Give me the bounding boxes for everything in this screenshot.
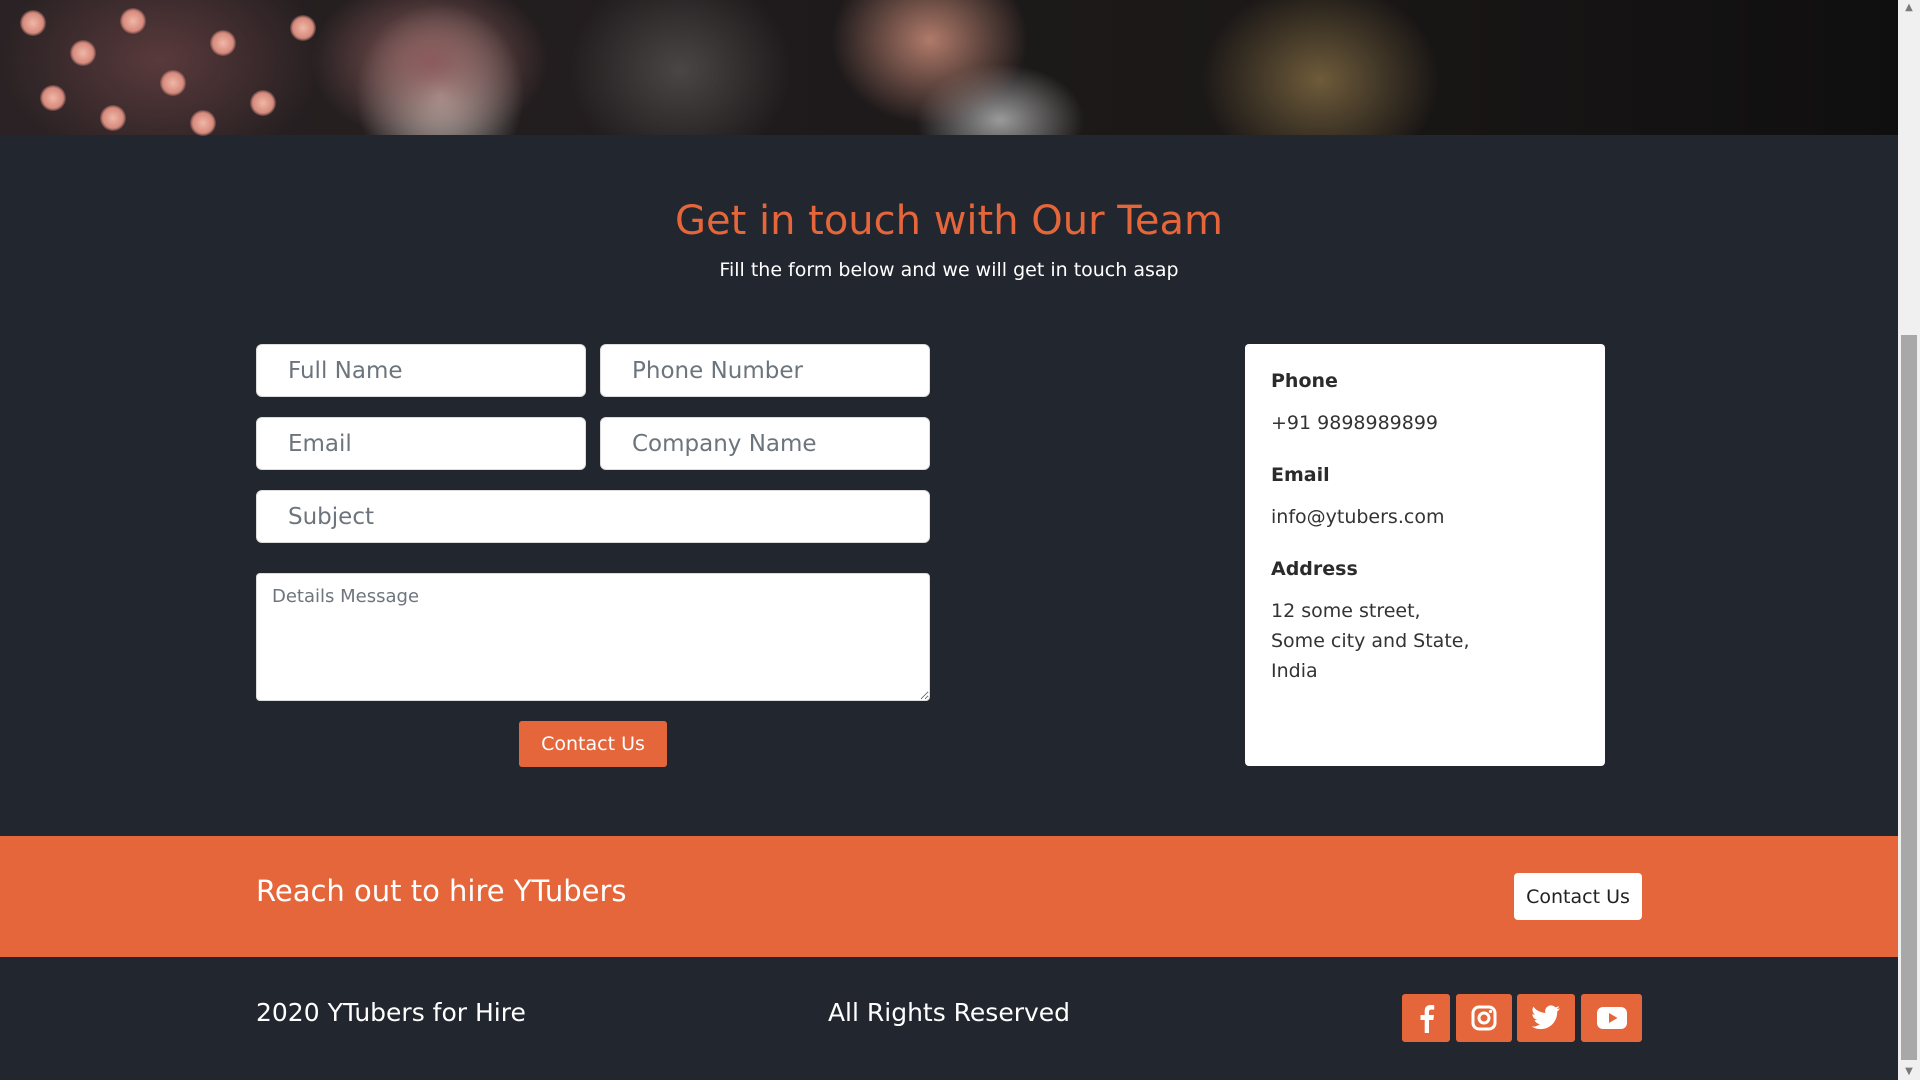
contact-submit-button[interactable]: Contact Us xyxy=(519,721,667,767)
phone-number-input[interactable] xyxy=(600,344,930,397)
subject-input[interactable] xyxy=(256,490,930,543)
address-line-2: Some city and State, xyxy=(1271,630,1470,652)
address-line-3: India xyxy=(1271,660,1318,682)
cta-band: Reach out to hire YTubers Contact Us xyxy=(0,836,1898,957)
instagram-icon[interactable] xyxy=(1456,994,1512,1042)
hero-flower-pattern xyxy=(0,0,360,136)
phone-label: Phone xyxy=(1271,370,1338,392)
scroll-down-arrow-icon[interactable]: ▼ xyxy=(1898,1064,1920,1080)
youtube-icon[interactable] xyxy=(1581,994,1642,1042)
page-scrollbar[interactable]: ▲ ▼ xyxy=(1898,0,1920,1080)
cta-text: Reach out to hire YTubers xyxy=(256,874,627,908)
scroll-up-arrow-icon[interactable]: ▲ xyxy=(1898,0,1920,16)
facebook-icon[interactable] xyxy=(1402,994,1450,1042)
email-input[interactable] xyxy=(256,417,586,470)
cta-contact-button[interactable]: Contact Us xyxy=(1514,873,1642,920)
hero-image xyxy=(0,0,1898,136)
phone-value: +91 9898989899 xyxy=(1271,412,1439,434)
details-message-textarea[interactable] xyxy=(256,573,930,701)
page: Get in touch with Our Team Fill the form… xyxy=(0,0,1898,1080)
company-name-input[interactable] xyxy=(600,417,930,470)
footer-copyright: 2020 YTubers for Hire xyxy=(256,998,526,1027)
address-line-1: 12 some street, xyxy=(1271,600,1421,622)
section-subtitle: Fill the form below and we will get in t… xyxy=(719,259,1179,281)
section-title: Get in touch with Our Team xyxy=(674,198,1224,244)
address-label: Address xyxy=(1271,558,1358,580)
email-label: Email xyxy=(1271,464,1330,486)
full-name-input[interactable] xyxy=(256,344,586,397)
scrollbar-thumb[interactable] xyxy=(1901,335,1917,1060)
contact-info-card: Phone +91 9898989899 Email info@ytubers.… xyxy=(1245,344,1605,766)
email-value: info@ytubers.com xyxy=(1271,506,1445,528)
twitter-icon[interactable] xyxy=(1517,994,1575,1042)
